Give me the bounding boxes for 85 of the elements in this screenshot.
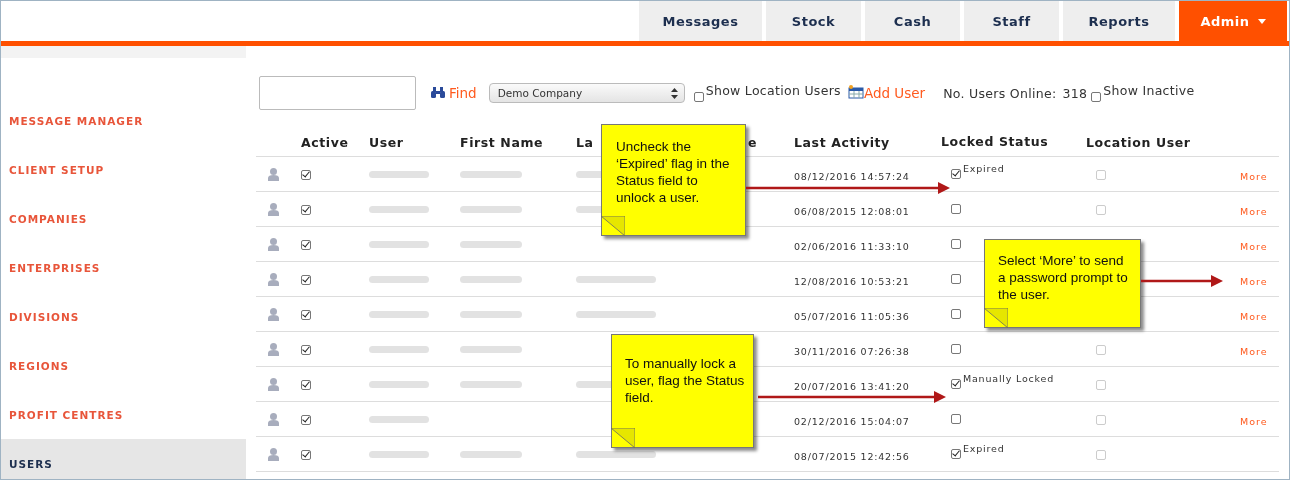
column-header: La <box>576 134 594 150</box>
checkbox[interactable] <box>301 449 311 460</box>
add-user-link[interactable]: Add User <box>863 85 926 101</box>
user-icon <box>268 167 279 181</box>
nav-tab[interactable]: Messages <box>639 1 762 41</box>
checkbox[interactable] <box>951 239 961 249</box>
sidebar-item[interactable]: ENTERPRISES <box>1 243 246 292</box>
checkbox-label: Show Location Users <box>705 82 841 98</box>
more-link[interactable]: More <box>1226 205 1268 217</box>
sidebar-item[interactable]: PROFIT CENTRES <box>1 390 246 439</box>
checkbox[interactable] <box>951 309 961 319</box>
nav-tab[interactable]: Stock <box>766 1 861 41</box>
table-cell: 12/08/2016 10:53:21 <box>794 275 910 287</box>
company-select[interactable]: Demo Company <box>488 83 685 103</box>
sidebar-item[interactable]: DIVISIONS <box>1 292 246 341</box>
column-header: Last Activity <box>794 134 890 150</box>
checkbox[interactable] <box>951 379 961 389</box>
column-header: e <box>748 134 758 150</box>
nav-tab[interactable]: Cash <box>865 1 960 41</box>
status-label: Expired <box>963 163 1005 174</box>
user-icon <box>268 342 279 356</box>
table-cell: 02/06/2016 11:33:10 <box>794 240 910 252</box>
sidebar-item[interactable]: USERS <box>1 439 246 479</box>
checkbox[interactable] <box>693 92 704 102</box>
column-header: Locked Status <box>941 133 1049 149</box>
users-online-count: 318 <box>1062 85 1088 101</box>
column-header: First Name <box>460 134 544 150</box>
checkbox[interactable] <box>301 414 311 425</box>
checkbox[interactable] <box>301 379 311 390</box>
table-cell: 02/12/2016 15:04:07 <box>794 415 910 427</box>
checkbox[interactable] <box>951 344 961 354</box>
checkbox[interactable] <box>301 169 311 180</box>
user-icon <box>268 237 279 251</box>
binoculars-icon <box>430 87 446 99</box>
search-field[interactable] <box>259 76 416 110</box>
user-icon <box>268 202 279 216</box>
checkbox[interactable] <box>301 239 311 250</box>
more-link[interactable]: More <box>1226 240 1268 252</box>
more-link[interactable]: More <box>1226 310 1268 322</box>
user-icon <box>268 307 279 321</box>
table-icon <box>847 85 864 99</box>
table-cell: 06/08/2015 12:08:01 <box>794 205 910 217</box>
folded-corner-icon <box>601 216 625 236</box>
more-link[interactable]: More <box>1226 170 1268 182</box>
user-icon <box>268 377 279 391</box>
find-link[interactable]: Find <box>449 85 477 101</box>
users-online-label: No. Users Online: <box>943 85 1057 101</box>
user-icon <box>268 447 279 461</box>
checkbox[interactable] <box>951 414 961 424</box>
more-link[interactable]: More <box>1226 345 1268 357</box>
table-cell: 05/07/2016 11:05:36 <box>794 310 910 322</box>
table-cell: 30/11/2016 07:26:38 <box>794 345 910 357</box>
status-label: Manually Locked <box>963 373 1054 384</box>
checkbox[interactable] <box>951 274 961 284</box>
table-cell: 20/07/2016 13:41:20 <box>794 380 910 392</box>
sidebar-item[interactable]: COMPANIES <box>1 194 246 243</box>
folded-corner-icon <box>984 308 1008 328</box>
checkbox[interactable] <box>951 449 961 459</box>
column-header: Location User <box>1086 134 1191 150</box>
checkbox[interactable] <box>301 309 311 320</box>
table-cell: 08/12/2016 14:57:24 <box>794 170 910 182</box>
user-icon <box>268 412 279 426</box>
status-label: Expired <box>963 443 1005 454</box>
checkbox-label: Show Inactive <box>1103 82 1195 98</box>
checkbox[interactable] <box>1091 92 1102 102</box>
sidebar-item[interactable]: REGIONS <box>1 341 246 390</box>
column-header: User <box>369 134 404 150</box>
table-cell: 08/07/2015 12:42:56 <box>794 450 910 462</box>
folded-corner-icon <box>611 428 635 448</box>
checkbox[interactable] <box>951 204 961 214</box>
more-link[interactable]: More <box>1226 275 1268 287</box>
checkbox[interactable] <box>301 204 311 215</box>
caret-icon <box>1257 18 1266 24</box>
more-link[interactable]: More <box>1226 415 1268 427</box>
column-header: Active <box>301 134 349 150</box>
nav-tab[interactable]: Admin <box>1179 1 1287 41</box>
stepper-icon <box>670 87 678 99</box>
nav-tab[interactable]: Reports <box>1063 1 1175 41</box>
sidebar-item[interactable]: CLIENT SETUP <box>1 145 246 194</box>
checkbox[interactable] <box>301 344 311 355</box>
nav-tab[interactable]: Staff <box>964 1 1059 41</box>
checkbox[interactable] <box>951 169 961 179</box>
checkbox[interactable] <box>301 274 311 285</box>
sidebar-item[interactable]: MESSAGE MANAGER <box>1 96 246 145</box>
user-icon <box>268 272 279 286</box>
